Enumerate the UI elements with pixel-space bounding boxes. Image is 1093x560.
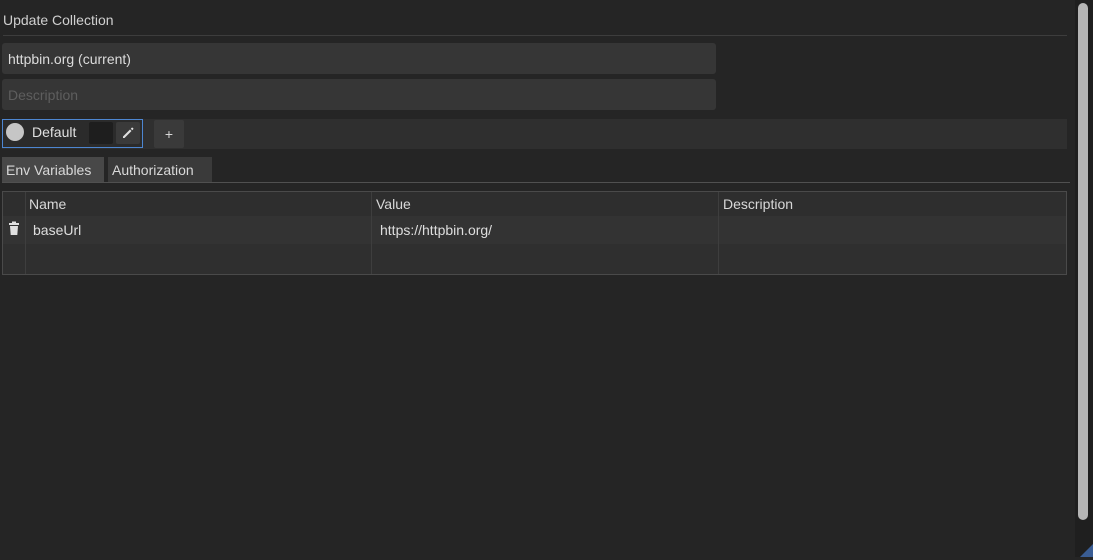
scrollbar-thumb[interactable]: [1078, 3, 1088, 520]
collection-description-input[interactable]: Description: [2, 79, 716, 110]
edit-environment-button[interactable]: [116, 122, 140, 144]
column-header-description[interactable]: Description: [719, 192, 1066, 216]
table-header-spacer: [3, 192, 25, 216]
tabs-divider: [2, 182, 1070, 183]
column-divider: [371, 192, 372, 274]
trash-icon[interactable]: [7, 221, 21, 237]
tab-env-variables[interactable]: Env Variables: [2, 157, 104, 183]
environment-color-swatch[interactable]: [89, 122, 113, 144]
tab-authorization[interactable]: Authorization: [108, 157, 212, 183]
column-divider: [718, 192, 719, 274]
environment-label[interactable]: Default: [32, 124, 76, 140]
column-header-name[interactable]: Name: [26, 192, 371, 216]
add-environment-button[interactable]: +: [154, 120, 184, 148]
variable-value-cell[interactable]: https://httpbin.org/: [380, 216, 716, 244]
column-divider: [25, 192, 26, 274]
pencil-icon: [123, 127, 134, 138]
column-header-value[interactable]: Value: [372, 192, 718, 216]
environment-radio-icon[interactable]: [6, 123, 24, 141]
title-divider: [3, 35, 1067, 36]
variable-name-cell[interactable]: baseUrl: [33, 216, 369, 244]
variable-description-cell[interactable]: [723, 216, 1063, 244]
resize-grip-icon[interactable]: [1078, 538, 1093, 557]
collection-name-input[interactable]: httpbin.org (current): [2, 43, 716, 74]
table-row-empty[interactable]: [3, 244, 1066, 274]
dialog-title: Update Collection: [3, 12, 114, 28]
